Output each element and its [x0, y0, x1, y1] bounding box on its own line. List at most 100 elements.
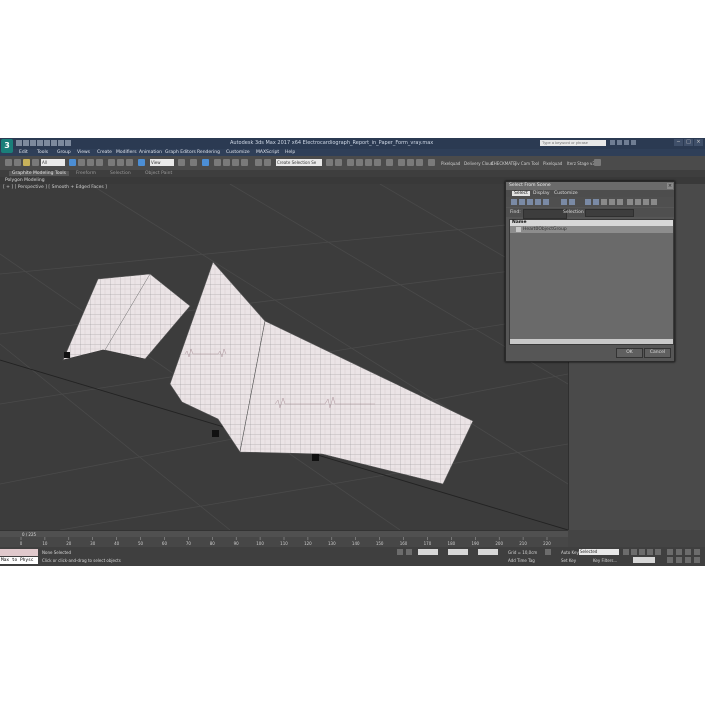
z-coordinate-field[interactable] [478, 549, 498, 555]
menu-tools[interactable]: Tools [37, 150, 48, 155]
select-and-rotate-icon[interactable] [117, 159, 124, 166]
display-xrefs-icon[interactable] [585, 199, 591, 205]
app-logo-icon[interactable]: 3 [1, 139, 13, 153]
render-production-icon[interactable] [416, 159, 423, 166]
redo-icon[interactable] [14, 159, 21, 166]
named-selection-set-dropdown[interactable]: Create Selection Se [276, 159, 322, 166]
mirror-icon[interactable] [264, 159, 271, 166]
zoom-all-icon[interactable] [676, 549, 682, 555]
menu-customize[interactable]: Customize [226, 150, 250, 155]
plugin-label-3[interactable]: CHECKMATE [491, 161, 516, 166]
ok-button[interactable]: OK [616, 348, 643, 358]
pivot-center-icon[interactable] [178, 159, 185, 166]
dialog-menu-display[interactable]: Display [533, 191, 550, 196]
play-icon[interactable] [639, 549, 645, 555]
close-button[interactable]: × [694, 139, 703, 146]
rendered-frame-window-icon[interactable] [407, 159, 414, 166]
lock-cell-editing-icon[interactable] [651, 199, 657, 205]
zoom-icon[interactable] [667, 549, 673, 555]
menu-views[interactable]: Views [77, 150, 90, 155]
save-file-icon[interactable] [30, 140, 36, 146]
transform-gizmo-icon[interactable] [545, 549, 551, 555]
auto-key-button[interactable]: Auto Key [561, 550, 579, 555]
menu-create[interactable]: Create [97, 150, 112, 155]
x-coordinate-field[interactable] [418, 549, 438, 555]
perspective-viewport[interactable]: [ + ] [ Perspective ] [ Smooth + Edged F… [0, 184, 568, 530]
set-key-button[interactable]: Set Key [561, 558, 576, 563]
select-object-icon[interactable] [69, 159, 76, 166]
unlink-icon[interactable] [32, 159, 39, 166]
add-time-tag[interactable]: Add Time Tag [508, 558, 535, 563]
tab-graphite-modeling-tools[interactable]: Graphite Modeling Tools [9, 171, 70, 176]
select-and-move-icon[interactable] [108, 159, 115, 166]
search-icon[interactable] [610, 140, 615, 145]
help-icon[interactable] [631, 140, 636, 145]
maxscript-listener-top[interactable] [0, 549, 38, 556]
list-item[interactable]: Heart0ObjectGroup [510, 226, 673, 233]
edit-named-selection-icon[interactable] [255, 159, 262, 166]
display-bones-icon[interactable] [593, 199, 599, 205]
viewport-label[interactable]: [ + ] [ Perspective ] [ Smooth + Edged F… [3, 185, 107, 190]
display-geometry-icon[interactable] [511, 199, 517, 205]
dialog-menu-select[interactable]: Select [512, 191, 530, 196]
maximize-viewport-icon[interactable] [694, 557, 700, 563]
new-file-icon[interactable] [16, 140, 22, 146]
rectangular-selection-icon[interactable] [87, 159, 94, 166]
tab-selection[interactable]: Selection [110, 171, 131, 176]
maximize-button[interactable]: □ [684, 139, 693, 146]
cancel-button[interactable]: Cancel [644, 348, 671, 358]
current-frame-field[interactable] [633, 557, 655, 563]
minimize-button[interactable]: − [674, 139, 683, 146]
plugin-label-1[interactable]: Pixelquad [441, 161, 460, 166]
key-filters-button[interactable]: Key Filters... [593, 558, 617, 563]
display-cameras-icon[interactable] [535, 199, 541, 205]
percent-snap-icon[interactable] [232, 159, 239, 166]
align-icon[interactable] [335, 159, 342, 166]
graphite-toggle-icon[interactable] [356, 159, 363, 166]
orbit-icon[interactable] [685, 557, 691, 563]
next-frame-icon[interactable] [647, 549, 653, 555]
menu-maxscript[interactable]: MAXScript [256, 150, 279, 155]
lock-icon[interactable] [397, 549, 403, 555]
dialog-menu-customize[interactable]: Customize [554, 191, 578, 196]
selection-set-dropdown[interactable] [585, 209, 634, 217]
y-coordinate-field[interactable] [448, 549, 468, 555]
menu-modifiers[interactable]: Modifiers [116, 150, 137, 155]
plugin-label-6[interactable]: Iterz Stage v3 [567, 161, 595, 166]
reference-coordinate-dropdown[interactable]: View [150, 159, 174, 166]
go-to-start-icon[interactable] [623, 549, 629, 555]
select-by-name-icon[interactable] [78, 159, 85, 166]
plugin-icon[interactable] [594, 159, 601, 166]
menu-graph-editors[interactable]: Graph Editors [165, 150, 196, 155]
mirror-tool-icon[interactable] [326, 159, 333, 166]
horizontal-scrollbar[interactable] [510, 339, 673, 344]
spinner-snap-icon[interactable] [241, 159, 248, 166]
schematic-view-icon[interactable] [374, 159, 381, 166]
field-of-view-icon[interactable] [667, 557, 673, 563]
undo-icon[interactable] [5, 159, 12, 166]
plugin-label-4[interactable]: Jiv Cam Tool [515, 161, 539, 166]
select-none-icon[interactable] [609, 199, 615, 205]
scene-object-list[interactable]: Name Heart0ObjectGroup [509, 219, 674, 345]
fetch-icon[interactable] [58, 140, 64, 146]
keyboard-shortcut-icon[interactable] [202, 159, 209, 166]
hold-icon[interactable] [51, 140, 57, 146]
link-icon[interactable] [23, 159, 30, 166]
open-file-icon[interactable] [23, 140, 29, 146]
menu-rendering[interactable]: Rendering [197, 150, 220, 155]
display-spacewarps-icon[interactable] [561, 199, 567, 205]
display-influences-icon[interactable] [635, 199, 641, 205]
tab-freeform[interactable]: Freeform [76, 171, 96, 176]
material-editor-icon[interactable] [386, 159, 393, 166]
select-invert-icon[interactable] [617, 199, 623, 205]
select-and-scale-icon[interactable] [126, 159, 133, 166]
render-setup-icon[interactable] [398, 159, 405, 166]
plugin-label-2[interactable]: Delivery Cloud [464, 161, 493, 166]
polygon-modeling-label[interactable]: Polygon Modeling [5, 178, 45, 183]
teapot-icon[interactable] [428, 159, 435, 166]
user-icon[interactable] [624, 140, 629, 145]
search-input[interactable] [540, 140, 606, 146]
display-children-icon[interactable] [627, 199, 633, 205]
snaps-toggle-icon[interactable] [214, 159, 221, 166]
project-folder-icon[interactable] [65, 140, 71, 146]
